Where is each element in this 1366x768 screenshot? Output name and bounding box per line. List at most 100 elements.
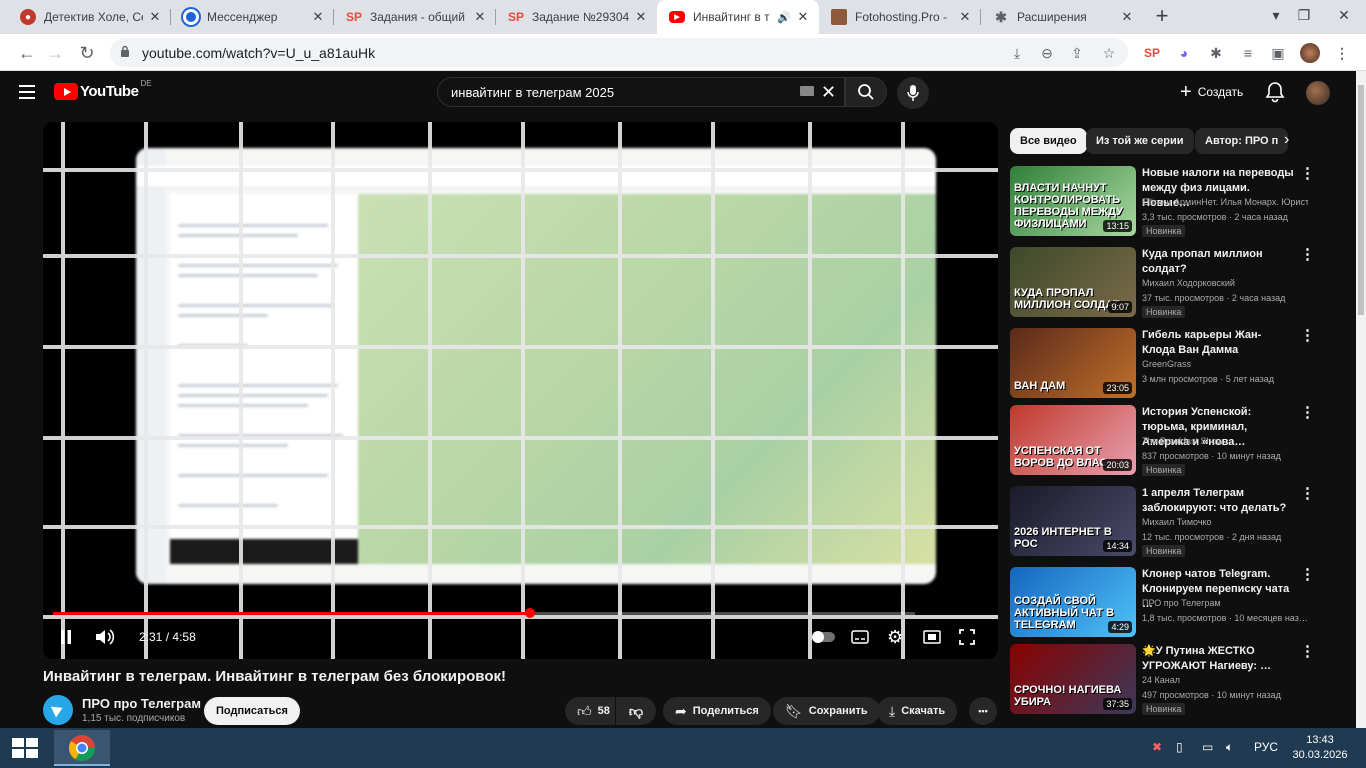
- recommended-title[interactable]: 1 апреля Телеграм заблокируют: что делат…: [1142, 486, 1294, 516]
- dislike-button[interactable]: 👎︎: [616, 697, 656, 725]
- save-button[interactable]: 🔖︎ Сохранить: [773, 697, 880, 725]
- chip-all-videos[interactable]: Все видео: [1010, 128, 1087, 154]
- recommended-channel[interactable]: 24 Канал: [1142, 675, 1308, 685]
- restore-button[interactable]: ❐: [1286, 0, 1322, 34]
- kebab-menu-icon[interactable]: ⋮: [1300, 644, 1315, 659]
- tab-close-icon[interactable]: ✕: [957, 9, 973, 25]
- browser-tab-active[interactable]: ▶ Инвайтинг в т 🔊 ✕: [657, 0, 819, 34]
- kebab-menu-icon[interactable]: ⋮: [1300, 247, 1315, 262]
- recommended-channel[interactable]: The Breakfast Show: [1142, 436, 1308, 446]
- browser-tab[interactable]: SP Задания - общий ✕: [334, 0, 496, 34]
- recommended-video[interactable]: КУДА ПРОПАЛ МИЛЛИОН СОЛДАТ 9:07 Куда про…: [1010, 247, 1350, 321]
- create-button[interactable]: + Создать: [1172, 79, 1251, 105]
- install-app-icon[interactable]: ⤓: [1008, 44, 1026, 62]
- scrollbar-thumb[interactable]: [1358, 85, 1364, 315]
- subtitles-button[interactable]: [851, 626, 871, 648]
- side-panel-icon[interactable]: ▣: [1268, 43, 1288, 63]
- recommended-video[interactable]: СОЗДАЙ СВОЙ АКТИВНЫЙ ЧАТ В TELEGRAM 4:29…: [1010, 567, 1350, 641]
- recommended-video[interactable]: 2026 ИНТЕРНЕТ В РОС 14:34 1 апреля Телег…: [1010, 486, 1350, 560]
- system-clock[interactable]: 13:43 30.03.2026: [1290, 733, 1350, 763]
- video-thumbnail[interactable]: ВЛАСТИ НАЧНУТ КОНТРОЛИРОВАТЬ ПЕРЕВОДЫ МЕ…: [1010, 166, 1136, 236]
- sound-tray-icon[interactable]: 🔈︎: [1226, 740, 1233, 755]
- video-thumbnail[interactable]: УСПЕНСКАЯ ОТ ВОРОВ ДО ВЛАС 20:03: [1010, 405, 1136, 475]
- fullscreen-button[interactable]: [959, 626, 979, 648]
- browser-tab[interactable]: ✱ Расширения ✕: [981, 0, 1143, 34]
- extension-icon[interactable]: ◕: [1174, 43, 1194, 63]
- menu-hamburger-icon[interactable]: [19, 85, 35, 99]
- channel-name[interactable]: ПРО про Телеграм: [82, 696, 201, 711]
- video-thumbnail[interactable]: КУДА ПРОПАЛ МИЛЛИОН СОЛДАТ 9:07: [1010, 247, 1136, 317]
- clear-search-icon[interactable]: ✕: [821, 82, 836, 102]
- tray-icon[interactable]: ▯: [1176, 740, 1183, 754]
- like-button[interactable]: 👍︎ 58: [565, 697, 615, 725]
- browser-tab[interactable]: ● Детектив Холе, Се ✕: [8, 0, 171, 34]
- reload-button[interactable]: ↻: [74, 40, 100, 66]
- close-window-button[interactable]: ✕: [1326, 0, 1362, 34]
- pause-button[interactable]: [59, 626, 75, 648]
- tab-close-icon[interactable]: ✕: [310, 9, 326, 25]
- address-bar[interactable]: youtube.com/watch?v=U_u_a81auHk ⤓ ⊖ ⇪ ☆: [110, 38, 1128, 67]
- tab-close-icon[interactable]: ✕: [472, 9, 488, 25]
- extensions-puzzle-icon[interactable]: ✱: [1206, 43, 1226, 63]
- profile-avatar[interactable]: [1300, 43, 1320, 63]
- forward-button[interactable]: →: [42, 40, 68, 66]
- kebab-menu-icon[interactable]: ⋮: [1300, 405, 1315, 420]
- sp-extension-icon[interactable]: SP: [1142, 43, 1162, 63]
- subscribe-button[interactable]: Подписаться: [204, 697, 300, 725]
- recommended-title[interactable]: Куда пропал миллион солдат?: [1142, 247, 1294, 277]
- speaker-icon[interactable]: 🔊: [777, 11, 791, 24]
- notifications-bell-icon[interactable]: [1265, 81, 1285, 103]
- recommended-channel[interactable]: GreenGrass: [1142, 359, 1308, 369]
- browser-tab[interactable]: Мессенджер ✕: [171, 0, 334, 34]
- video-thumbnail[interactable]: СРОЧНО! НАГИЕВА УБИРА 37:35: [1010, 644, 1136, 714]
- network-alert-icon[interactable]: ✖: [1152, 740, 1162, 754]
- chip-author[interactable]: Автор: ПРО п: [1195, 128, 1289, 154]
- keyboard-icon[interactable]: [800, 86, 814, 96]
- search-button[interactable]: [845, 77, 887, 107]
- windows-start-icon[interactable]: [12, 738, 38, 758]
- recommended-video[interactable]: УСПЕНСКАЯ ОТ ВОРОВ ДО ВЛАС 20:03 История…: [1010, 405, 1350, 479]
- browser-tab[interactable]: SP Задание №29304 ✕: [496, 0, 657, 34]
- tab-close-icon[interactable]: ✕: [147, 9, 163, 25]
- recommended-video[interactable]: СРОЧНО! НАГИЕВА УБИРА 37:35 🌟У Путина ЖЕ…: [1010, 644, 1350, 718]
- recommended-title[interactable]: 🌟У Путина ЖЕСТКО УГРОЖАЮТ Нагиеву: …: [1142, 644, 1294, 674]
- video-thumbnail[interactable]: 2026 ИНТЕРНЕТ В РОС 14:34: [1010, 486, 1136, 556]
- recommended-channel[interactable]: Elline и АрминНет. Илья Монарх. Юрист.: [1142, 197, 1308, 207]
- settings-gear-icon[interactable]: ⚙: [887, 626, 907, 648]
- download-button[interactable]: ⤓ Скачать: [877, 697, 958, 725]
- zoom-icon[interactable]: ⊖: [1038, 44, 1056, 62]
- chrome-menu-icon[interactable]: ⋮: [1332, 43, 1352, 63]
- recommended-channel[interactable]: Михаил Ходорковский: [1142, 278, 1308, 288]
- media-controls-icon[interactable]: ≡: [1238, 43, 1258, 63]
- chip-same-series[interactable]: Из той же серии: [1086, 128, 1194, 154]
- browser-tab[interactable]: Fotohosting.Pro - ✕: [819, 0, 981, 34]
- account-avatar[interactable]: [1306, 81, 1330, 105]
- progress-bar[interactable]: [53, 608, 915, 618]
- new-tab-button[interactable]: +: [1150, 5, 1174, 29]
- theater-mode-button[interactable]: [923, 626, 943, 648]
- recommended-video[interactable]: ВЛАСТИ НАЧНУТ КОНТРОЛИРОВАТЬ ПЕРЕВОДЫ МЕ…: [1010, 166, 1350, 240]
- bookmark-star-icon[interactable]: ☆: [1100, 44, 1118, 62]
- recommended-channel[interactable]: Михаил Тимочко: [1142, 517, 1308, 527]
- recommended-video[interactable]: ВАН ДАМ 23:05 Гибель карьеры Жан-Клода В…: [1010, 328, 1350, 402]
- kebab-menu-icon[interactable]: ⋮: [1300, 328, 1315, 343]
- tab-close-icon[interactable]: ✕: [795, 9, 811, 25]
- tab-close-icon[interactable]: ✕: [633, 9, 649, 25]
- language-indicator[interactable]: РУС: [1254, 740, 1278, 754]
- volume-button[interactable]: [95, 626, 117, 648]
- kebab-menu-icon[interactable]: ⋮: [1300, 567, 1315, 582]
- taskbar-chrome-button[interactable]: [54, 730, 110, 766]
- progress-scrubber[interactable]: [524, 608, 535, 618]
- voice-search-button[interactable]: [897, 77, 929, 109]
- search-input[interactable]: инвайтинг в телеграм 2025 ✕: [437, 77, 845, 107]
- kebab-menu-icon[interactable]: ⋮: [1300, 166, 1315, 181]
- video-thumbnail[interactable]: ВАН ДАМ 23:05: [1010, 328, 1136, 398]
- network-icon[interactable]: ▭: [1202, 740, 1213, 754]
- kebab-menu-icon[interactable]: ⋮: [1300, 486, 1315, 501]
- share-button[interactable]: ➦ Поделиться: [663, 697, 771, 725]
- tab-close-icon[interactable]: ✕: [1119, 9, 1135, 25]
- recommended-title[interactable]: Гибель карьеры Жан-Клода Ван Дамма: [1142, 328, 1294, 358]
- recommended-channel[interactable]: ПРО про Телеграм: [1142, 598, 1308, 608]
- back-button[interactable]: ←: [14, 40, 40, 66]
- chevron-right-icon[interactable]: ›: [1284, 131, 1289, 149]
